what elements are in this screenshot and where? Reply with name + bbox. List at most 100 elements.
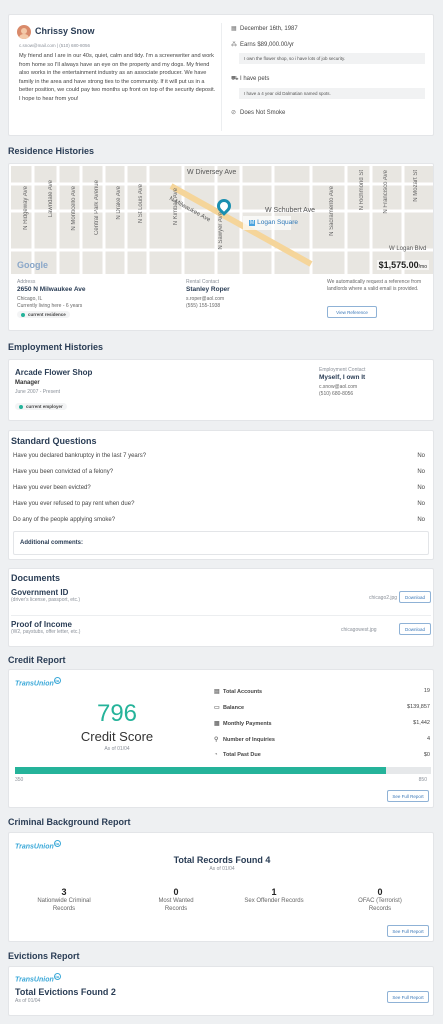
see-full-report-button[interactable]: See Full Report (387, 925, 429, 937)
divider (221, 23, 222, 131)
street-label: N Sawyer Ave (218, 212, 224, 250)
residence-duration: Currently living here - 6 years (17, 303, 83, 309)
range-min: 350 (15, 777, 24, 783)
street-label: N Kimball Ave (173, 188, 179, 226)
transunion-logo: TransUnion tu (15, 973, 61, 984)
stat-row: ⚲ Number of Inquiries 4 (214, 736, 430, 743)
question-row: Have you declared bankruptcy in the last… (13, 453, 425, 459)
criminal-title: Criminal Background Report (8, 817, 131, 827)
employment-title: Employment Histories (8, 342, 104, 352)
rental-contact-phone: (555) 155-1938 (186, 303, 221, 309)
payments-icon: ▦ (214, 721, 220, 727)
credit-score: 796 (96, 700, 138, 727)
smoke-row: ⊘ Does Not Smoke (231, 109, 285, 116)
birthday-row: ▦ December 16th, 1987 (231, 25, 298, 32)
criminal-headline: Total Records Found 4 (173, 855, 271, 865)
address: 2650 N Milwaukee Ave (17, 286, 86, 293)
stat-row: ◔ Total Past Due $0 (214, 752, 430, 758)
residence-title: Residence Histories (8, 146, 95, 156)
map[interactable]: W Diversey Ave W Schubert Ave W Logan Bl… (11, 166, 433, 274)
street-label: Central Park Avenue (94, 180, 100, 235)
questions-card: Standard Questions Have you declared ban… (8, 430, 434, 560)
profile-card: Chrissy Snow c.snow@mail.com | (510) 680… (8, 14, 434, 136)
metro-icon: M (249, 220, 256, 226)
income: Earns $89,000.00/yr (240, 42, 295, 48)
transunion-logo: TransUnion tu (15, 840, 61, 851)
reference-note: We automatically request a reference fro… (327, 279, 422, 292)
street-label: N St Louis Ave (138, 184, 144, 224)
vertical-street-labels: N Ridgeway Ave Lawndale Ave N Monticello… (11, 166, 433, 274)
question-row: Do any of the people applying smoke? No (13, 517, 425, 523)
no-smoking-icon: ⊘ (231, 110, 237, 116)
question-row: Have you ever refused to pay rent when d… (13, 501, 425, 507)
record-stat: 0 Most Wanted Records (158, 887, 194, 912)
credit-title: Credit Report (8, 655, 66, 665)
question-row: Have you ever been evicted? No (13, 485, 425, 491)
street-label: N Francisco Ave (383, 170, 389, 214)
employment-contact-label: Employment Contact (319, 367, 366, 373)
stat-row: ▭ Balance $139,857 (214, 704, 430, 711)
answer: No (417, 469, 425, 475)
rental-contact-name: Stanley Roper (186, 286, 230, 293)
evictions-title: Evictions Report (8, 951, 80, 961)
applicant-bio: My friend and I are in our 40s, quiet, c… (19, 53, 216, 102)
employment-contact-email: c.snow@aol.com (319, 384, 358, 390)
pets: I have pets (240, 76, 270, 82)
credit-as-of: As of 01/04 (104, 746, 130, 752)
street-label: N Drake Ave (116, 186, 122, 220)
view-reference-button[interactable]: View Reference (327, 306, 377, 318)
google-logo: Google (17, 260, 48, 270)
download-button[interactable]: Download (399, 623, 431, 635)
accounts-icon: ▤ (214, 689, 220, 695)
inquiries-icon: ⚲ (214, 737, 219, 743)
document-name: Government ID (11, 588, 69, 597)
answer: No (417, 517, 425, 523)
rent-amount: $1,575.00/mo (376, 260, 429, 270)
street-label: N Ridgeway Ave (23, 186, 29, 230)
additional-comments-label: Additional comments: (20, 540, 84, 546)
document-file: chicagowest.jpg (341, 627, 377, 633)
documents-card: Documents Government ID (driver's licens… (8, 568, 434, 647)
avatar (17, 25, 31, 39)
range-max: 850 (418, 777, 427, 783)
employer-name: Arcade Flower Shop (15, 368, 93, 377)
score-range-bar (15, 767, 431, 774)
street-label: Lawndale Ave (48, 180, 54, 218)
record-stat: 3 Nationwide Criminal Records (37, 887, 91, 912)
transunion-logo: TransUnion tu (15, 677, 61, 688)
income-row: ⁂ Earns $89,000.00/yr (231, 41, 294, 48)
score-range-fill (15, 767, 387, 774)
calendar-icon: ▦ (231, 26, 237, 32)
pet-icon: ⛟ (231, 76, 239, 82)
see-full-report-button[interactable]: See Full Report (387, 991, 429, 1003)
document-row: Proof of Income (W2, paystubs, offer let… (11, 620, 431, 646)
questions-title: Standard Questions (11, 436, 97, 446)
document-row: Government ID (driver's license, passpor… (11, 588, 431, 614)
question-row: Have you been convicted of a felony? No (13, 469, 425, 475)
see-full-report-button[interactable]: See Full Report (387, 790, 429, 802)
address-city: Chicago, IL (17, 296, 43, 302)
applicant-name: Chrissy Snow (35, 26, 95, 36)
job-dates: June 2007 - Present (15, 389, 61, 395)
employment-card: Arcade Flower Shop Manager June 2007 - P… (8, 359, 434, 421)
street-label: N Monticello Ave (71, 186, 77, 231)
employment-contact-name: Myself, I own It (319, 374, 366, 381)
evictions-card: TransUnion tu Total Evictions Found 2 As … (8, 966, 434, 1016)
document-file: chicago2.jpg (369, 595, 398, 601)
record-stat: 1 Sex Offender Records (244, 887, 304, 904)
pets-note: I have a 4 year old Dalmatian named spot… (239, 88, 425, 99)
status-badge: current employer (15, 403, 67, 410)
stat-row: ▦ Monthly Payments $1,442 (214, 720, 430, 727)
download-button[interactable]: Download (399, 591, 431, 603)
income-note: I own the flower shop, so i have lots of… (239, 53, 425, 64)
pets-row: ⛟I have pets (231, 75, 269, 83)
record-stat: 0 OFAC (Terrorist) Records (358, 887, 402, 912)
evictions-as-of: As of 01/04 (15, 998, 41, 1004)
credit-score-label: Credit Score (80, 729, 154, 744)
criminal-card: TransUnion tu Total Records Found 4 As of… (8, 832, 434, 942)
answer: No (417, 485, 425, 491)
document-desc: (driver's license, passport, etc.) (11, 597, 81, 603)
street-label: N Sacramento Ave (329, 186, 335, 236)
rental-contact-email: s.roper@aol.com (186, 296, 225, 302)
answer: No (417, 501, 425, 507)
